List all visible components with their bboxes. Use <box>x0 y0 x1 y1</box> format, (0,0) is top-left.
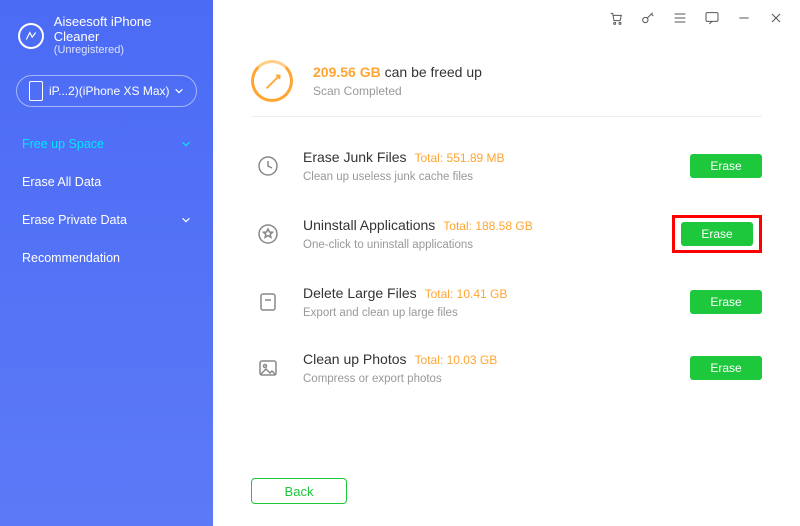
brand: Aiseesoft iPhone Cleaner (Unregistered) <box>0 0 213 63</box>
nav-label: Recommendation <box>22 251 120 265</box>
sidebar-item-free-up-space[interactable]: Free up Space <box>0 125 213 163</box>
summary-headline: 209.56 GB can be freed up <box>313 64 482 80</box>
footer: Back <box>213 478 800 526</box>
item-total: 188.58 GB <box>475 219 532 233</box>
minimize-icon[interactable] <box>736 10 752 26</box>
item-uninstall-apps: Uninstall ApplicationsTotal: 188.58 GB O… <box>251 201 762 271</box>
item-sub: Compress or export photos <box>303 373 690 385</box>
sidebar: Aiseesoft iPhone Cleaner (Unregistered) … <box>0 0 213 526</box>
summary-rest: can be freed up <box>385 64 482 80</box>
back-button[interactable]: Back <box>251 478 347 504</box>
cleanup-items: Erase Junk FilesTotal: 551.89 MB Clean u… <box>213 117 800 478</box>
item-total: 10.03 GB <box>447 353 498 367</box>
item-sub: One-click to uninstall applications <box>303 239 672 251</box>
erase-button[interactable]: Erase <box>690 290 762 314</box>
item-sub: Export and clean up large files <box>303 307 690 319</box>
sidebar-nav: Free up Space Erase All Data Erase Priva… <box>0 117 213 285</box>
menu-icon[interactable] <box>672 10 688 26</box>
app-title: Aiseesoft iPhone Cleaner <box>54 14 199 44</box>
cart-icon[interactable] <box>608 10 624 26</box>
chevron-down-icon <box>174 86 184 96</box>
item-clean-photos: Clean up PhotosTotal: 10.03 GB Compress … <box>251 337 762 403</box>
item-title: Erase Junk Files <box>303 149 406 165</box>
clock-icon <box>251 149 285 183</box>
phone-icon <box>29 81 43 101</box>
main-panel: 209.56 GB can be freed up Scan Completed… <box>213 0 800 526</box>
feedback-icon[interactable] <box>704 10 720 26</box>
star-icon <box>251 217 285 251</box>
highlight-box: Erase <box>672 215 762 253</box>
photo-icon <box>251 351 285 385</box>
item-delete-large-files: Delete Large FilesTotal: 10.41 GB Export… <box>251 271 762 337</box>
target-icon <box>251 60 293 102</box>
file-icon <box>251 285 285 319</box>
sidebar-item-erase-private-data[interactable]: Erase Private Data <box>0 201 213 239</box>
close-icon[interactable] <box>768 10 784 26</box>
app-subtitle: (Unregistered) <box>54 44 199 57</box>
item-total: 10.41 GB <box>457 287 508 301</box>
summary-status: Scan Completed <box>313 84 482 98</box>
item-title: Uninstall Applications <box>303 217 435 233</box>
nav-label: Free up Space <box>22 137 104 151</box>
item-total: 551.89 MB <box>447 151 505 165</box>
item-title: Delete Large Files <box>303 285 417 301</box>
app-logo-icon <box>18 23 44 49</box>
item-erase-junk: Erase Junk FilesTotal: 551.89 MB Clean u… <box>251 135 762 201</box>
sidebar-item-erase-all-data[interactable]: Erase All Data <box>0 163 213 201</box>
nav-label: Erase Private Data <box>22 213 127 227</box>
nav-label: Erase All Data <box>22 175 101 189</box>
item-title: Clean up Photos <box>303 351 407 367</box>
titlebar <box>213 0 800 36</box>
scan-summary: 209.56 GB can be freed up Scan Completed <box>213 36 800 116</box>
device-label: iP...2)(iPhone XS Max) <box>49 84 170 98</box>
sidebar-item-recommendation[interactable]: Recommendation <box>0 239 213 277</box>
item-sub: Clean up useless junk cache files <box>303 171 690 183</box>
device-selector[interactable]: iP...2)(iPhone XS Max) <box>16 75 197 107</box>
erase-button[interactable]: Erase <box>690 154 762 178</box>
erase-button[interactable]: Erase <box>681 222 753 246</box>
key-icon[interactable] <box>640 10 656 26</box>
chevron-down-icon <box>181 215 191 225</box>
erase-button[interactable]: Erase <box>690 356 762 380</box>
summary-amount: 209.56 GB <box>313 64 381 80</box>
chevron-down-icon <box>181 139 191 149</box>
